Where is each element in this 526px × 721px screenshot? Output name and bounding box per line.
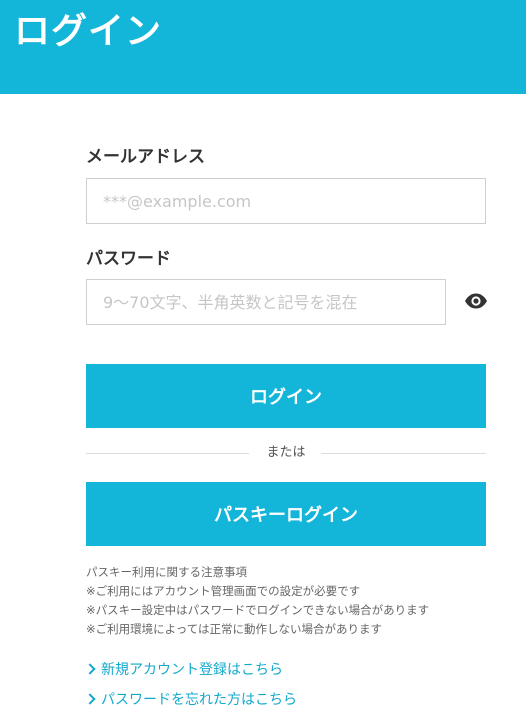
email-label: メールアドレス: [86, 147, 205, 167]
login-button[interactable]: ログイン: [86, 364, 486, 428]
chevron-right-icon: [84, 663, 96, 675]
notes-heading: パスキー利用に関する注意事項: [86, 565, 247, 579]
forgot-password-link[interactable]: パスワードを忘れた方はこちら: [84, 690, 297, 710]
note-item: ※ご利用環境によっては正常に動作しない場合があります: [86, 622, 382, 636]
eye-icon[interactable]: [464, 291, 488, 311]
passkey-notes: パスキー利用に関する注意事項 ※ご利用にはアカウント管理画面での設定が必要です …: [86, 563, 506, 639]
divider: または: [86, 443, 486, 463]
note-item: ※ご利用にはアカウント管理画面での設定が必要です: [86, 584, 361, 598]
passkey-login-button[interactable]: パスキーログイン: [86, 482, 486, 546]
email-field[interactable]: [86, 178, 486, 224]
password-field[interactable]: [86, 279, 446, 325]
note-item: ※パスキー設定中はパスワードでログインできない場合があります: [86, 603, 430, 617]
password-label: パスワード: [86, 249, 171, 269]
chevron-right-icon: [84, 693, 96, 705]
register-link[interactable]: 新規アカウント登録はこちら: [84, 660, 283, 680]
register-link-label: 新規アカウント登録はこちら: [101, 662, 283, 678]
forgot-password-link-label: パスワードを忘れた方はこちら: [101, 692, 297, 708]
divider-line-right: [321, 453, 486, 454]
page-title: ログイン: [14, 11, 163, 52]
page-header: ログイン: [0, 0, 526, 94]
